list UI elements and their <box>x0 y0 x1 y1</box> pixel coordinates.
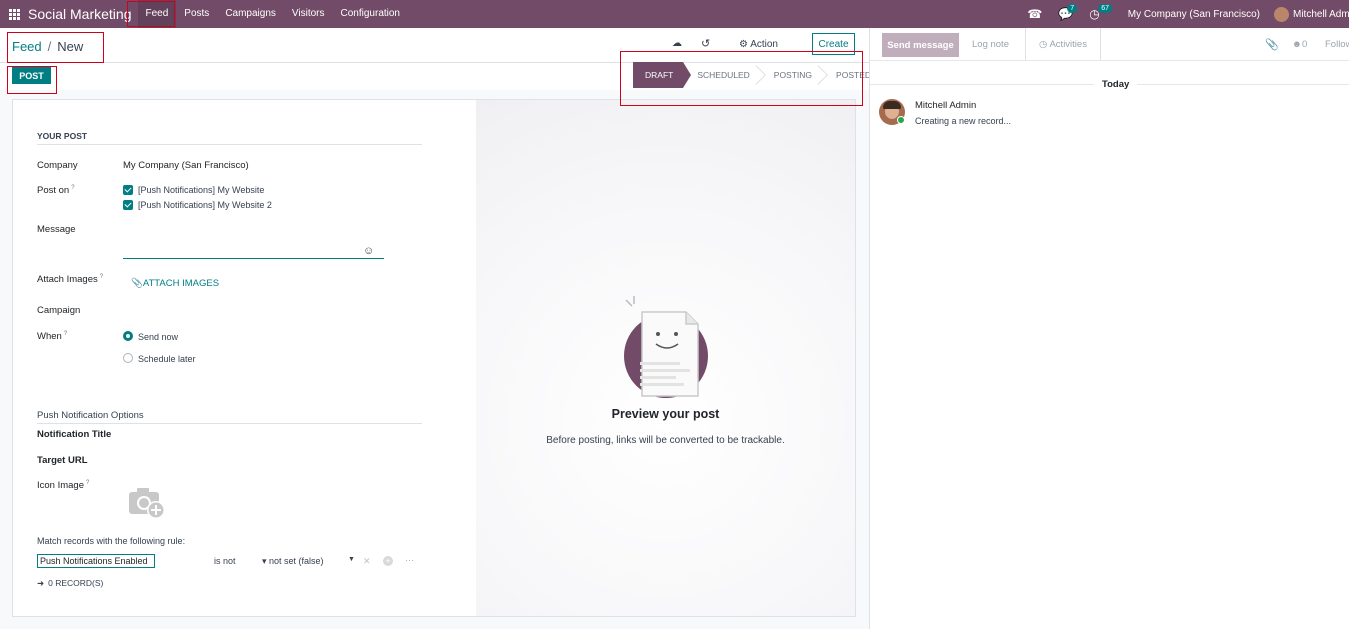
attachments-icon[interactable]: 📎 <box>1265 38 1279 51</box>
date-separator: Today <box>1094 79 1138 90</box>
chatter-panel: Send message Log note ◷ Activities 📎 ☻0 … <box>869 28 1349 629</box>
when-label-text: When <box>37 331 62 343</box>
annotation-box-feed <box>127 1 175 27</box>
messages-icon[interactable]: 💬 7 <box>1058 0 1078 28</box>
post-on-label: Post on? <box>37 185 75 196</box>
attach-images-link[interactable]: 📎ATTACH IMAGES <box>131 278 219 289</box>
top-navbar: Social Marketing Feed Posts Campaigns Vi… <box>0 0 1349 28</box>
preview-subtitle: Before posting, links will be converted … <box>546 435 785 446</box>
save-cloud-icon[interactable]: ☁ <box>672 38 682 49</box>
rule-value-dropdown-icon[interactable]: ▼ <box>348 556 355 563</box>
apps-menu-icon[interactable] <box>0 0 28 28</box>
chatter-topbar: Send message Log note ◷ Activities 📎 ☻0 … <box>870 28 1349 61</box>
icon-image-help-icon[interactable]: ? <box>86 480 89 486</box>
nav-item-campaigns[interactable]: Campaigns <box>217 0 284 28</box>
records-link-text: 0 RECORD(S) <box>48 578 104 588</box>
action-label: Action <box>750 39 778 50</box>
emoji-icon[interactable]: ☺ <box>363 245 374 257</box>
rule-value-text: not set (false) <box>269 556 324 566</box>
account-label-2: [Push Notifications] My Website 2 <box>138 200 272 210</box>
messages-badge: 7 <box>1067 4 1078 13</box>
radio-schedule-later[interactable] <box>123 353 133 363</box>
preview-illustration-icon <box>620 296 712 400</box>
icon-image-label: Icon Image? <box>37 480 89 491</box>
annotation-box-breadcrumb <box>7 32 104 63</box>
section-your-post: YOUR POST <box>37 131 88 141</box>
app-brand[interactable]: Social Marketing <box>28 6 132 22</box>
company-switcher[interactable]: My Company (San Francisco) <box>1128 9 1260 20</box>
message-body: Creating a new record... <box>915 116 1012 126</box>
radio-send-now-label: Send now <box>138 332 179 342</box>
account-label-1: [Push Notifications] My Website <box>138 185 265 195</box>
activities-clock-icon[interactable]: ◷ 67 <box>1089 0 1113 28</box>
follower-person-icon: ☻ <box>1292 39 1302 50</box>
attach-images-label: Attach Images? <box>37 274 103 285</box>
rule-more-icon[interactable]: ··· <box>405 555 414 565</box>
account-checkbox-2[interactable] <box>123 200 133 210</box>
rule-field-selector[interactable]: Push Notifications Enabled <box>37 554 155 568</box>
user-avatar[interactable] <box>1274 6 1289 22</box>
followers-count: 0 <box>1302 39 1308 50</box>
arrow-right-icon: ➜ <box>37 578 45 588</box>
rule-add-icon[interactable]: + <box>383 556 393 566</box>
send-message-button[interactable]: Send message <box>882 33 959 57</box>
camera-upload-icon[interactable] <box>127 486 167 520</box>
attach-images-text: ATTACH IMAGES <box>142 278 220 289</box>
activities-clock-small-icon: ◷ <box>1039 39 1048 50</box>
post-on-help-icon[interactable]: ? <box>71 185 74 191</box>
rule-value-select[interactable]: ▾ not set (false) <box>262 556 324 567</box>
activities-label: Activities <box>1049 39 1087 50</box>
campaign-label: Campaign <box>37 305 81 316</box>
attach-images-help-icon[interactable]: ? <box>100 274 103 280</box>
records-link[interactable]: ➜ 0 RECORD(S) <box>37 578 103 589</box>
rule-delete-icon[interactable]: ✕ <box>363 556 371 567</box>
radio-send-now[interactable] <box>123 331 133 341</box>
log-note-button[interactable]: Log note <box>972 39 1009 50</box>
when-help-icon[interactable]: ? <box>64 331 67 337</box>
icon-image-label-text: Icon Image <box>37 480 84 492</box>
company-label: Company <box>37 160 78 171</box>
activities-button[interactable]: ◷ Activities <box>1025 28 1101 61</box>
online-status-icon <box>897 116 905 124</box>
when-label: When? <box>37 331 67 342</box>
message-input[interactable] <box>123 258 384 259</box>
annotation-box-statusbar <box>620 51 863 106</box>
activities-badge: 67 <box>1098 4 1113 13</box>
push-options-title: Push Notification Options <box>37 410 144 421</box>
phone-icon[interactable]: ☎ <box>1027 0 1042 28</box>
notification-title-label: Notification Title <box>37 429 112 440</box>
post-on-label-text: Post on <box>37 185 70 197</box>
push-options-divider <box>37 423 422 424</box>
company-field[interactable]: My Company (San Francisco) <box>123 160 249 171</box>
rule-operator-select[interactable]: is not <box>214 556 236 566</box>
target-url-label: Target URL <box>37 455 88 466</box>
nav-item-visitors[interactable]: Visitors <box>284 0 333 28</box>
section-divider <box>37 144 422 145</box>
message-author[interactable]: Mitchell Admin <box>915 100 976 111</box>
attach-images-label-text: Attach Images <box>37 274 98 286</box>
discard-icon[interactable]: ↺ <box>701 37 710 50</box>
nav-item-posts[interactable]: Posts <box>176 0 217 28</box>
radio-schedule-later-label: Schedule later <box>138 354 196 364</box>
paperclip-icon: 📎 <box>131 278 143 289</box>
nav-item-configuration[interactable]: Configuration <box>333 0 408 28</box>
message-label: Message <box>37 224 76 235</box>
annotation-box-post <box>7 66 57 94</box>
followers-button[interactable]: ☻0 <box>1292 39 1307 50</box>
action-menu-button[interactable]: ⚙ Action <box>739 39 778 50</box>
follow-button[interactable]: Follow <box>1325 39 1349 50</box>
user-menu[interactable]: Mitchell Admin <box>1293 9 1349 20</box>
preview-title: Preview your post <box>611 407 720 421</box>
account-checkbox-1[interactable] <box>123 185 133 195</box>
rule-label: Match records with the following rule: <box>37 536 186 546</box>
